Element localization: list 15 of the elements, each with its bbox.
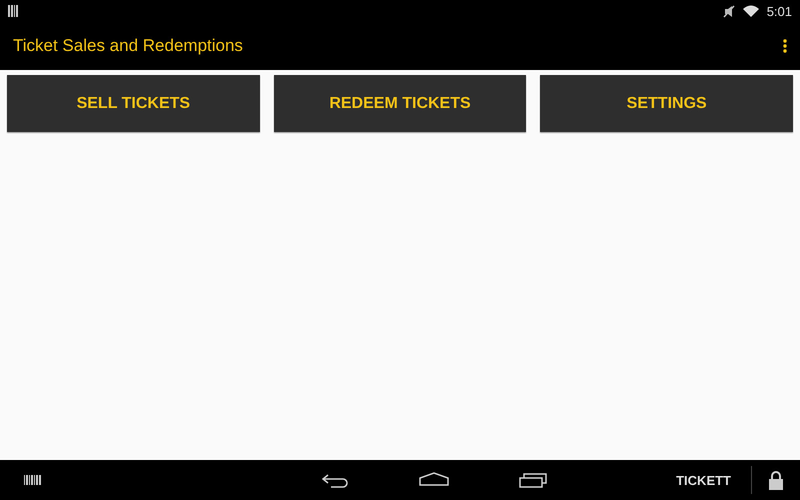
wifi-icon: [742, 5, 759, 17]
app-title: Ticket Sales and Redemptions: [13, 36, 244, 56]
clock: 5:01: [766, 4, 792, 18]
muted-speaker-icon: [722, 4, 735, 18]
home-icon[interactable]: [419, 472, 450, 486]
menu-button[interactable]: SETTINGS: [540, 75, 794, 132]
menu-button[interactable]: REDEEM TICKETS: [274, 75, 526, 132]
lock-icon[interactable]: [768, 470, 784, 490]
barcode-icon[interactable]: [24, 475, 42, 485]
app-label: TICKETT: [676, 466, 752, 494]
back-icon[interactable]: [321, 472, 350, 488]
barcode-icon: [8, 5, 18, 17]
recent-apps-icon[interactable]: [519, 472, 548, 488]
menu-button[interactable]: SELL TICKETS: [7, 75, 260, 132]
overflow-menu-icon[interactable]: [783, 39, 787, 53]
